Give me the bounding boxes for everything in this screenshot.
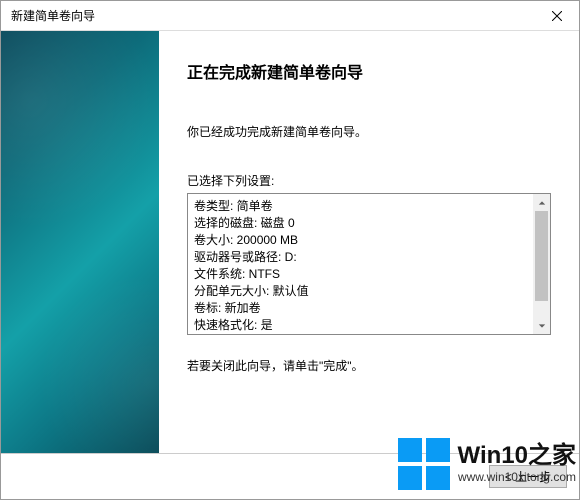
back-button[interactable]: < 上一步 — [489, 465, 567, 488]
page-heading: 正在完成新建简单卷向导 — [187, 59, 551, 83]
closing-instruction: 若要关闭此向导，请单击"完成"。 — [187, 357, 551, 374]
settings-line: 文件系统: NTFS — [194, 266, 527, 283]
settings-line: 选择的磁盘: 磁盘 0 — [194, 215, 527, 232]
settings-content: 卷类型: 简单卷选择的磁盘: 磁盘 0卷大小: 200000 MB驱动器号或路径… — [188, 194, 533, 334]
scroll-up-button[interactable] — [533, 194, 550, 211]
scroll-down-button[interactable] — [533, 317, 550, 334]
window-title: 新建简单卷向导 — [11, 7, 95, 24]
content-area: 正在完成新建简单卷向导 你已经成功完成新建简单卷向导。 已选择下列设置: 卷类型… — [1, 31, 579, 453]
wizard-sidebar-image — [1, 31, 159, 453]
settings-label: 已选择下列设置: — [187, 172, 551, 189]
settings-line: 卷标: 新加卷 — [194, 300, 527, 317]
settings-line: 分配单元大小: 默认值 — [194, 283, 527, 300]
settings-line: 快速格式化: 是 — [194, 317, 527, 334]
close-icon — [552, 11, 562, 21]
wizard-window: 新建简单卷向导 正在完成新建简单卷向导 你已经成功完成新建简单卷向导。 已选择下… — [0, 0, 580, 500]
chevron-up-icon — [538, 199, 546, 207]
settings-line: 卷大小: 200000 MB — [194, 232, 527, 249]
settings-summary-box: 卷类型: 简单卷选择的磁盘: 磁盘 0卷大小: 200000 MB驱动器号或路径… — [187, 193, 551, 335]
success-message: 你已经成功完成新建简单卷向导。 — [187, 123, 551, 140]
settings-line: 驱动器号或路径: D: — [194, 249, 527, 266]
chevron-down-icon — [538, 322, 546, 330]
settings-line: 卷类型: 简单卷 — [194, 198, 527, 215]
button-row: < 上一步 — [1, 453, 579, 499]
titlebar: 新建简单卷向导 — [1, 1, 579, 31]
scrollbar[interactable] — [533, 194, 550, 334]
main-panel: 正在完成新建简单卷向导 你已经成功完成新建简单卷向导。 已选择下列设置: 卷类型… — [159, 31, 579, 453]
scroll-track[interactable] — [533, 211, 550, 317]
scroll-thumb[interactable] — [535, 211, 548, 301]
close-button[interactable] — [534, 1, 579, 31]
